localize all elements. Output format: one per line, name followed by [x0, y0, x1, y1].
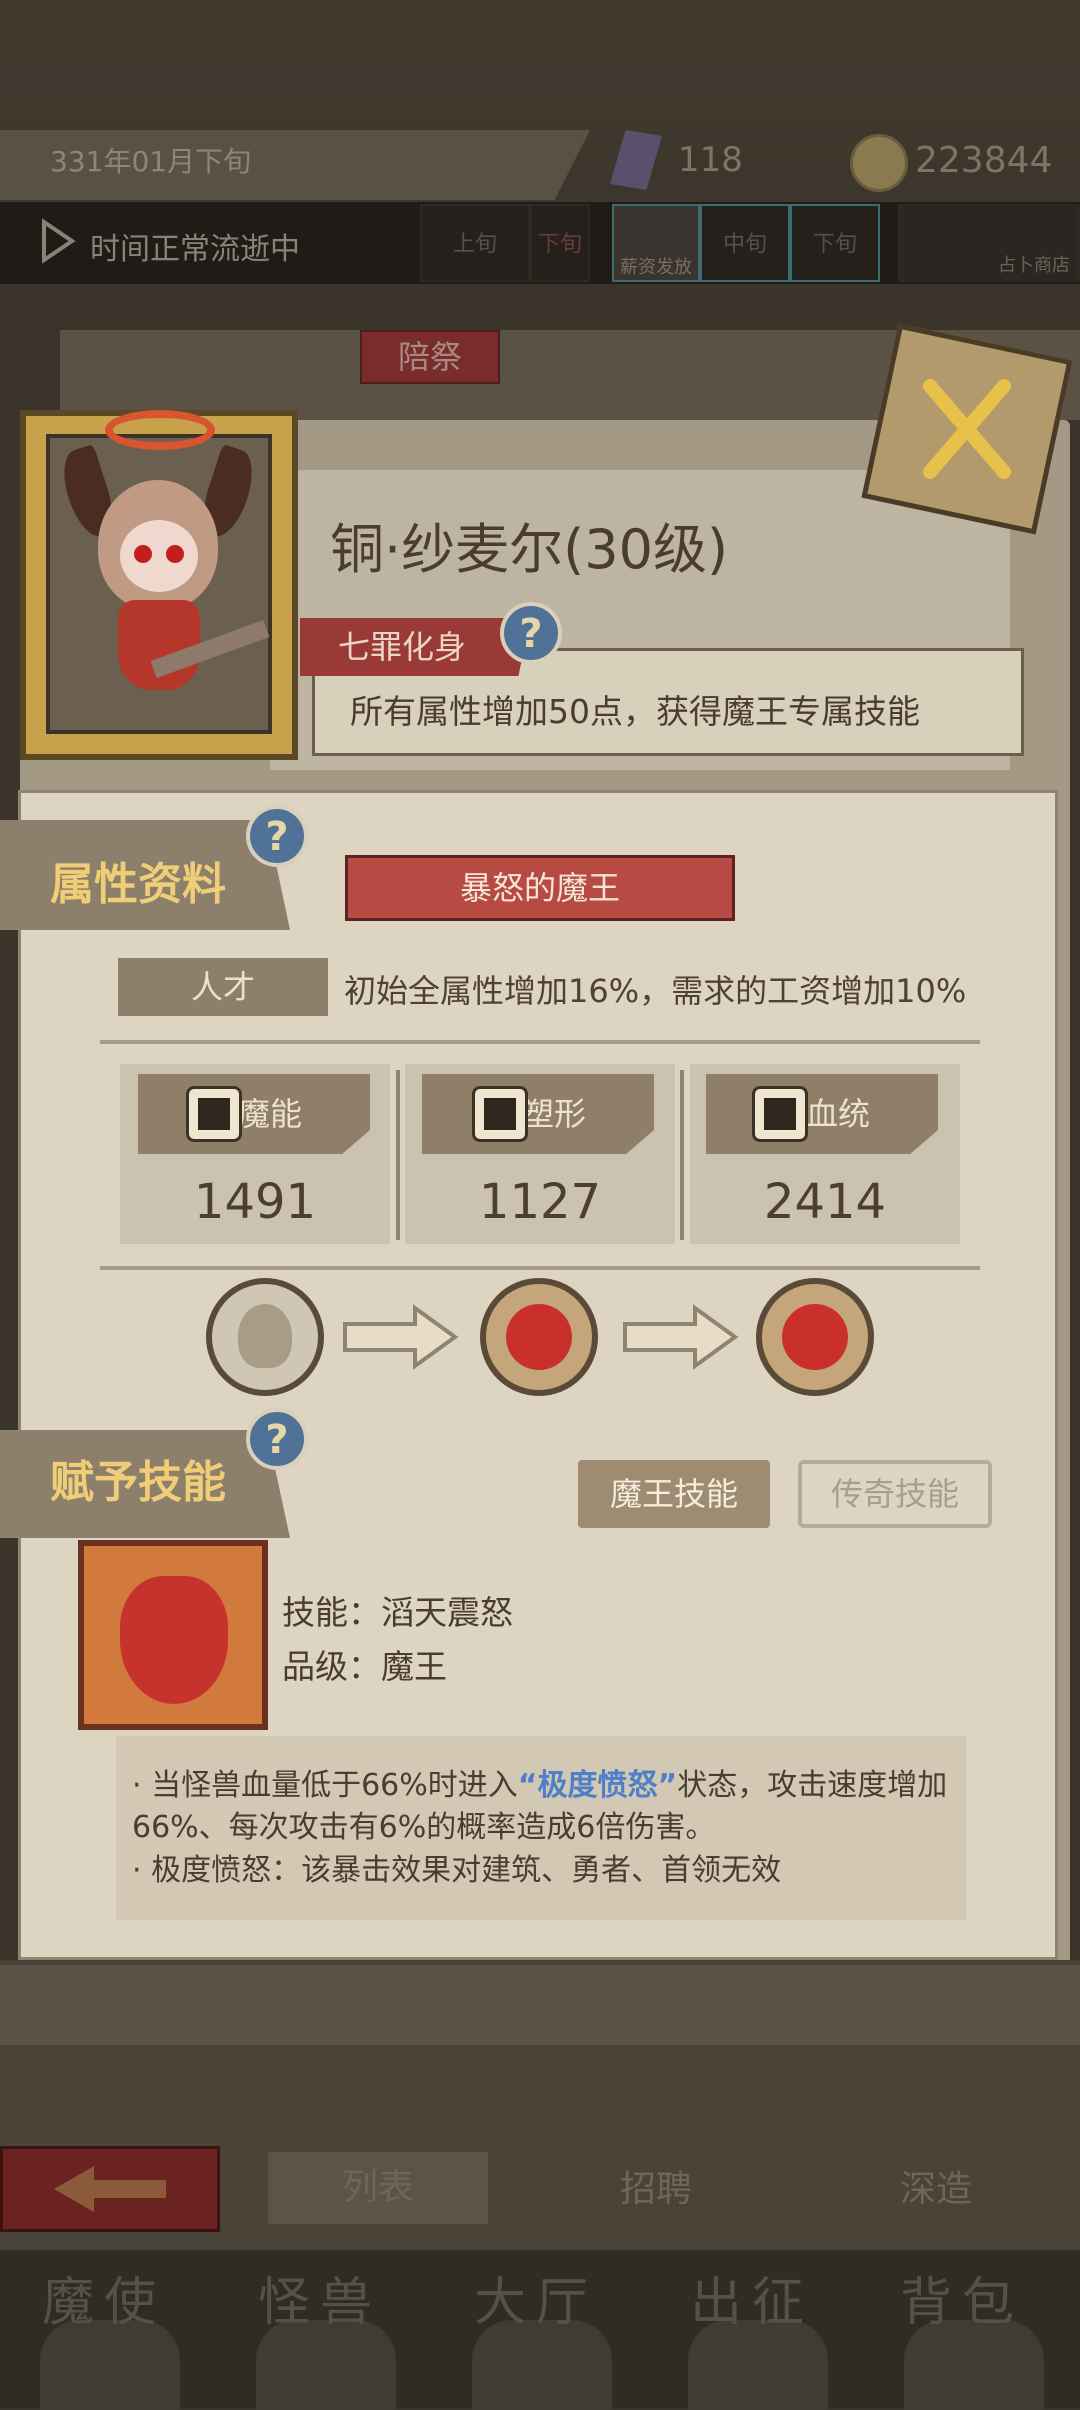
stat-value: 1127 [478, 1174, 602, 1230]
stat-value: 1491 [193, 1174, 317, 1230]
skill-section-title: 赋予技能 [50, 1457, 226, 1508]
demon-king-skill-button[interactable]: 魔王技能 [578, 1460, 770, 1528]
calendar-slot-payday[interactable]: 薪资发放 [612, 204, 700, 282]
nav-backpack[interactable]: 背包 [900, 2260, 1024, 2335]
talent-label: 人才 [118, 958, 328, 1016]
nav-envoy[interactable]: 魔使 [42, 2260, 166, 2335]
character-name: 铜·纱麦尔(30级) [330, 518, 729, 581]
nav-monster[interactable]: 怪兽 [258, 2260, 382, 2335]
calendar-slot-early[interactable]: 上旬 [420, 204, 530, 282]
halo-icon [105, 410, 215, 450]
arrow-right-icon [343, 1304, 459, 1370]
divider [396, 1070, 400, 1240]
game-date: 331年01月下旬 [50, 145, 252, 178]
gold-count: 223844 [915, 140, 1053, 181]
demon-energy-icon [186, 1086, 242, 1142]
stat-label: 魔能 [138, 1074, 370, 1154]
talent-description: 初始全属性增加16%，需求的工资增加10% [344, 972, 967, 1010]
character-eye [134, 545, 152, 563]
keyword-highlight[interactable]: “极度愤怒” [518, 1768, 677, 1803]
wrath-skill-icon [78, 1540, 268, 1730]
arrow-right-icon [623, 1304, 739, 1370]
race-ribbon: 暴怒的魔王 [345, 855, 735, 921]
calendar-slot-late-2[interactable]: 下旬 [790, 204, 880, 282]
help-icon[interactable]: ? [246, 1408, 308, 1470]
divider [680, 1070, 684, 1240]
payday-label: 薪资发放 [620, 257, 692, 278]
skill-description-line-2: · 极度愤怒：该暴击效果对建筑、勇者、首领无效 [132, 1853, 782, 1888]
time-status: 时间正常流逝中 [90, 232, 300, 267]
help-icon[interactable]: ? [246, 805, 308, 867]
attribute-section-title: 属性资料 [50, 859, 226, 910]
nav-hall[interactable]: 大厅 [474, 2260, 598, 2335]
calendar-slot-late[interactable]: 下旬 [530, 204, 590, 282]
stat-label: 血统 [706, 1074, 938, 1154]
tab-list[interactable]: 列表 [268, 2152, 488, 2224]
close-icon[interactable] [902, 364, 1032, 494]
nav-expedition[interactable]: 出征 [690, 2260, 814, 2335]
evolution-stage-demon-icon[interactable] [480, 1278, 598, 1396]
stat-label: 塑形 [422, 1074, 654, 1154]
tab-deep-training[interactable]: 深造 [900, 2160, 972, 2212]
legendary-skill-button[interactable]: 传奇技能 [798, 1460, 992, 1528]
gold-coin-icon [850, 134, 908, 192]
stat-value: 2414 [763, 1174, 887, 1230]
title-tag: 七罪化身 [300, 618, 530, 676]
skill-description-line-1: · 当怪兽血量低于66%时进入“极度愤怒”状态，攻击速度增加66%、每次攻击有6… [132, 1765, 962, 1849]
back-arrow-icon[interactable] [50, 2162, 170, 2216]
character-eye [166, 545, 184, 563]
skill-name: 技能：滔天震怒 [282, 1593, 513, 1632]
help-icon[interactable]: ? [500, 602, 562, 664]
fortune-shop-label: 占卜商店 [998, 255, 1070, 276]
tab-sacrifice[interactable]: 陪祭 [360, 330, 500, 384]
tab-recruit[interactable]: 招聘 [620, 2160, 692, 2212]
body-shape-icon [472, 1086, 528, 1142]
character-face [120, 520, 198, 592]
evolution-stage-hooded-icon[interactable] [206, 1278, 324, 1396]
evolution-stage-demon-king-icon[interactable] [756, 1278, 874, 1396]
bloodline-icon [752, 1086, 808, 1142]
calendar-slot-mid[interactable]: 中旬 [700, 204, 790, 282]
desc-text: · 当怪兽血量低于66%时进入 [132, 1768, 518, 1803]
crystal-count: 118 [678, 140, 743, 180]
fortune-shop-slot[interactable]: 占卜商店 [898, 204, 1080, 282]
decorative-rail [0, 1965, 1080, 2045]
title-description: 所有属性增加50点，获得魔王专属技能 [350, 692, 920, 731]
skill-grade: 品级：魔王 [282, 1647, 447, 1686]
play-icon[interactable] [40, 218, 76, 264]
